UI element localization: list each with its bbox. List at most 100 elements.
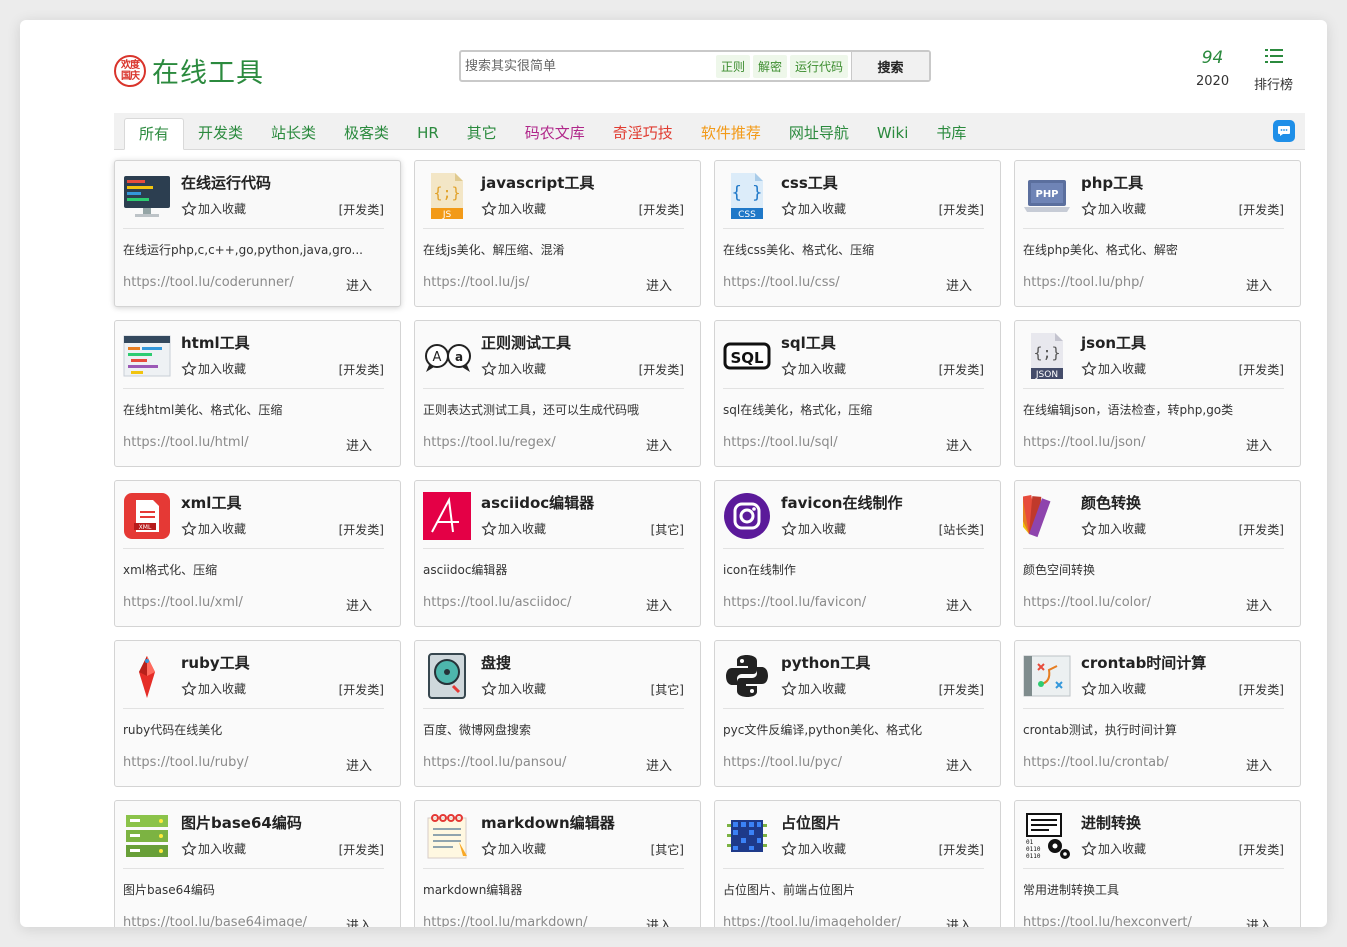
enter-link[interactable]: 进入 [946,595,972,614]
tool-title[interactable]: php工具 [1081,172,1143,193]
tool-title[interactable]: ruby工具 [181,652,250,673]
tool-card[interactable]: XML xml工具 加入收藏 [开发类] xml格式化、压缩 https://tool.l… [114,480,401,627]
tool-card[interactable]: markdown编辑器 加入收藏 [其它] markdown编辑器 https://to… [414,800,701,927]
favorite-button[interactable]: 加入收藏 [181,680,246,697]
tab-8[interactable]: 软件推荐 [687,118,775,150]
monitor-code-icon[interactable] [123,172,171,220]
tool-url-link[interactable]: https://tool.lu/color/ [1023,595,1151,610]
sql-icon[interactable]: SQL [723,332,771,380]
tool-title[interactable]: css工具 [781,172,838,193]
tab-5[interactable]: 其它 [453,118,511,150]
tab-4[interactable]: HR [403,118,453,150]
enter-link[interactable]: 进入 [646,595,672,614]
tool-title[interactable]: xml工具 [181,492,241,513]
tool-title[interactable]: 正则测试工具 [481,332,571,353]
tool-title[interactable]: javascript工具 [481,172,594,193]
site-logo[interactable]: 欢度 国庆 在线工具 [114,51,264,90]
favorite-button[interactable]: 加入收藏 [1081,680,1146,697]
disk-search-icon[interactable] [423,652,471,700]
tool-url-link[interactable]: https://tool.lu/imageholder/ [723,915,901,927]
tool-url-link[interactable]: https://tool.lu/crontab/ [1023,755,1169,770]
tool-card[interactable]: 占位图片 加入收藏 [开发类] 占位图片、前端占位图片 https://tool.lu/… [714,800,1001,927]
tool-url-link[interactable]: https://tool.lu/favicon/ [723,595,866,610]
enter-link[interactable]: 进入 [646,275,672,294]
tool-title[interactable]: sql工具 [781,332,836,353]
tool-card[interactable]: 图片base64编码 加入收藏 [开发类] 图片base64编码 https://too… [114,800,401,927]
favorite-button[interactable]: 加入收藏 [181,200,246,217]
regex-icon[interactable]: Aa [423,332,471,380]
favorite-button[interactable]: 加入收藏 [181,360,246,377]
pixel-chip-icon[interactable] [723,812,771,860]
favorite-button[interactable]: 加入收藏 [1081,360,1146,377]
tool-card[interactable]: {;} JSON json工具 加入收藏 [开发类] 在线编辑json，语法检查，转php… [1014,320,1301,467]
tool-card[interactable]: favicon在线制作 加入收藏 [站长类] icon在线制作 https://tool… [714,480,1001,627]
server-stack-icon[interactable] [123,812,171,860]
tab-11[interactable]: 书库 [922,118,980,150]
instagram-camera-icon[interactable] [723,492,771,540]
tool-card[interactable]: {;} JS javascript工具 加入收藏 [开发类] 在线js美化、解压缩、混淆 h… [414,160,701,307]
search-tag-run-code[interactable]: 运行代码 [789,54,848,78]
tool-url-link[interactable]: https://tool.lu/php/ [1023,275,1144,290]
tool-card[interactable]: html工具 加入收藏 [开发类] 在线html美化、格式化、压缩 https://to… [114,320,401,467]
ruby-gem-icon[interactable] [123,652,171,700]
favorite-button[interactable]: 加入收藏 [1081,840,1146,857]
tool-card[interactable]: Aa 正则测试工具 加入收藏 [开发类] 正则表达式测试工具，还可以生成代码哦 https… [414,320,701,467]
tab-3[interactable]: 极客类 [330,118,403,150]
enter-link[interactable]: 进入 [1246,595,1272,614]
favorite-button[interactable]: 加入收藏 [481,360,546,377]
enter-link[interactable]: 进入 [646,915,672,927]
tool-url-link[interactable]: https://tool.lu/hexconvert/ [1023,915,1192,927]
tool-url-link[interactable]: https://tool.lu/css/ [723,275,840,290]
tool-url-link[interactable]: https://tool.lu/regex/ [423,435,556,450]
enter-link[interactable]: 进入 [346,595,372,614]
tab-6[interactable]: 码农文库 [511,118,599,150]
notepad-icon[interactable] [423,812,471,860]
enter-link[interactable]: 进入 [346,275,372,294]
favorite-button[interactable]: 加入收藏 [481,520,546,537]
search-button[interactable]: 搜索 [851,52,929,80]
tool-title[interactable]: 盘搜 [481,652,511,673]
enter-link[interactable]: 进入 [1246,915,1272,927]
tool-url-link[interactable]: https://tool.lu/markdown/ [423,915,588,927]
enter-link[interactable]: 进入 [1246,275,1272,294]
enter-link[interactable]: 进入 [1246,435,1272,454]
tool-card[interactable]: 颜色转换 加入收藏 [开发类] 颜色空间转换 https://tool.lu/color… [1004,480,1301,627]
search-tag-regex[interactable]: 正则 [715,54,750,78]
site-title[interactable]: 在线工具 [152,51,264,90]
tool-title[interactable]: 占位图片 [781,812,841,833]
html-editor-icon[interactable] [123,332,171,380]
tab-10[interactable]: Wiki [863,118,923,150]
enter-link[interactable]: 进入 [1246,755,1272,774]
favorite-button[interactable]: 加入收藏 [481,840,546,857]
tool-card[interactable]: ruby工具 加入收藏 [开发类] ruby代码在线美化 https://tool.lu… [114,640,401,787]
tool-card[interactable]: 01 0110 0110 进制转换 加入收藏 [开发类] 常用进制转换工具 https://t… [1014,800,1301,927]
tool-title[interactable]: 在线运行代码 [181,172,271,193]
tool-url-link[interactable]: https://tool.lu/js/ [423,275,529,290]
favorite-button[interactable]: 加入收藏 [1081,200,1146,217]
tool-card[interactable]: python工具 加入收藏 [开发类] pyc文件反编译,python美化、格式化 ht… [714,640,1001,787]
enter-link[interactable]: 进入 [646,435,672,454]
tool-title[interactable]: 图片base64编码 [181,812,302,833]
enter-link[interactable]: 进入 [346,435,372,454]
tool-card[interactable]: { } CSS css工具 加入收藏 [开发类] 在线css美化、格式化、压缩 https:… [714,160,1001,307]
tool-url-link[interactable]: https://tool.lu/asciidoc/ [423,595,571,610]
year-stat[interactable]: 94 2020 [1196,48,1229,89]
asciidoc-icon[interactable] [423,492,471,540]
tool-title[interactable]: html工具 [181,332,250,353]
favorite-button[interactable]: 加入收藏 [781,840,846,857]
tab-0[interactable]: 所有 [124,118,185,150]
tool-title[interactable]: 进制转换 [1081,812,1141,833]
json-file-icon[interactable]: {;} JSON [1023,332,1071,380]
favorite-button[interactable]: 加入收藏 [1081,520,1146,537]
tool-url-link[interactable]: https://tool.lu/pansou/ [423,755,566,770]
tool-card[interactable]: asciidoc编辑器 加入收藏 [其它] asciidoc编辑器 https://to… [414,480,701,627]
tool-url-link[interactable]: https://tool.lu/sql/ [723,435,838,450]
tab-2[interactable]: 站长类 [257,118,330,150]
tool-card[interactable]: crontab时间计算 加入收藏 [开发类] crontab测试，执行时间计算 http… [1014,640,1301,787]
enter-link[interactable]: 进入 [946,275,972,294]
search-input[interactable] [461,52,713,80]
python-logo-icon[interactable] [723,652,771,700]
js-file-icon[interactable]: {;} JS [423,172,471,220]
enter-link[interactable]: 进入 [346,755,372,774]
favorite-button[interactable]: 加入收藏 [481,200,546,217]
